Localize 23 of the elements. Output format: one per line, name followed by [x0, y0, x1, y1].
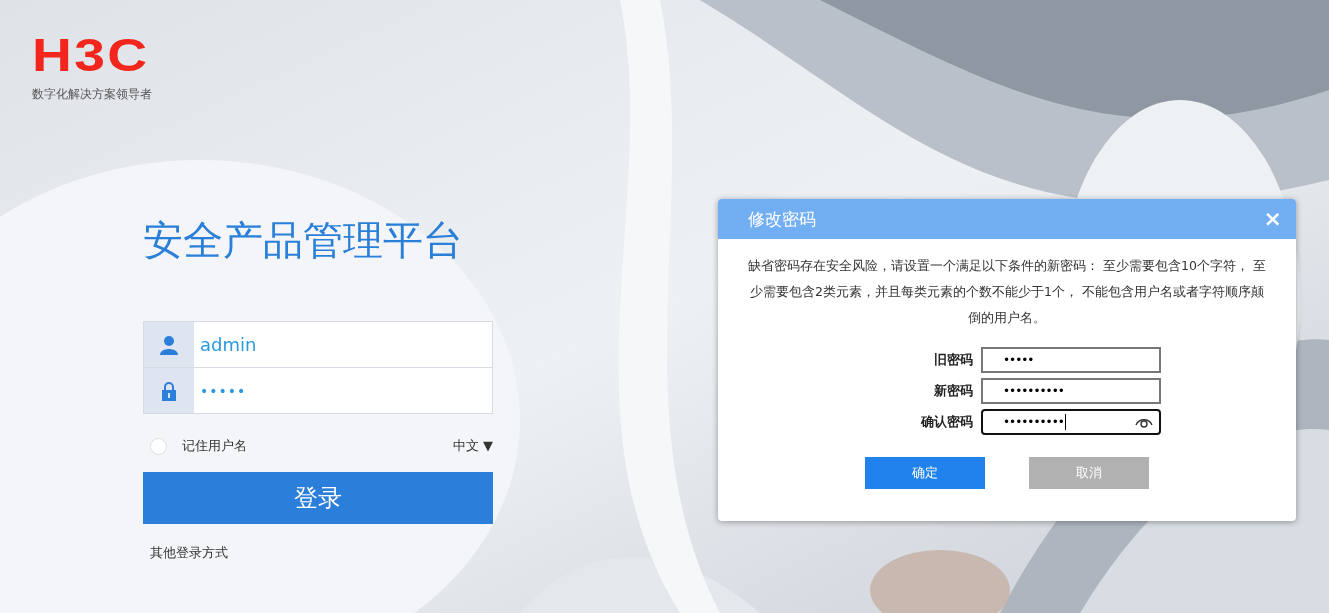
password-field[interactable]: ••••••••••	[981, 409, 1161, 435]
logo: H3C	[32, 30, 151, 80]
field-label: 确认密码	[919, 413, 973, 431]
other-login-link[interactable]: 其他登录方式	[150, 544, 228, 562]
username-field[interactable]: admin	[143, 321, 493, 368]
slogan: 数字化解决方案领导者	[32, 86, 153, 103]
remember-label: 记住用户名	[182, 437, 247, 455]
lock-icon	[161, 380, 177, 401]
cancel-button[interactable]: 取消	[1029, 457, 1149, 489]
dialog-message: 缺省密码存在安全风险，请设置一个满足以下条件的新密码： 至少需要包含10个字符， 至少需要包含2类元素，并且每类元素的个数不能少于1个， 不能包含用户名或者字符顺序颠倒的用户名。	[748, 257, 1266, 327]
password-field[interactable]: •••••	[143, 368, 493, 414]
login-button[interactable]: 登录	[143, 472, 493, 524]
close-button[interactable]: ×	[1263, 209, 1282, 229]
platform-title: 安全产品管理平台	[143, 216, 464, 265]
password-field[interactable]: ••••••••••	[981, 378, 1161, 404]
password-field[interactable]: •••••	[981, 347, 1161, 373]
confirm-button[interactable]: 确定	[865, 457, 985, 489]
eye-icon[interactable]	[1135, 416, 1153, 428]
field-label: 新密码	[933, 382, 973, 400]
field-label: 旧密码	[933, 351, 973, 369]
dialog-title: 修改密码	[748, 207, 816, 231]
language-dropdown[interactable]: 中文 ▼	[452, 437, 493, 455]
user-icon	[160, 334, 178, 355]
